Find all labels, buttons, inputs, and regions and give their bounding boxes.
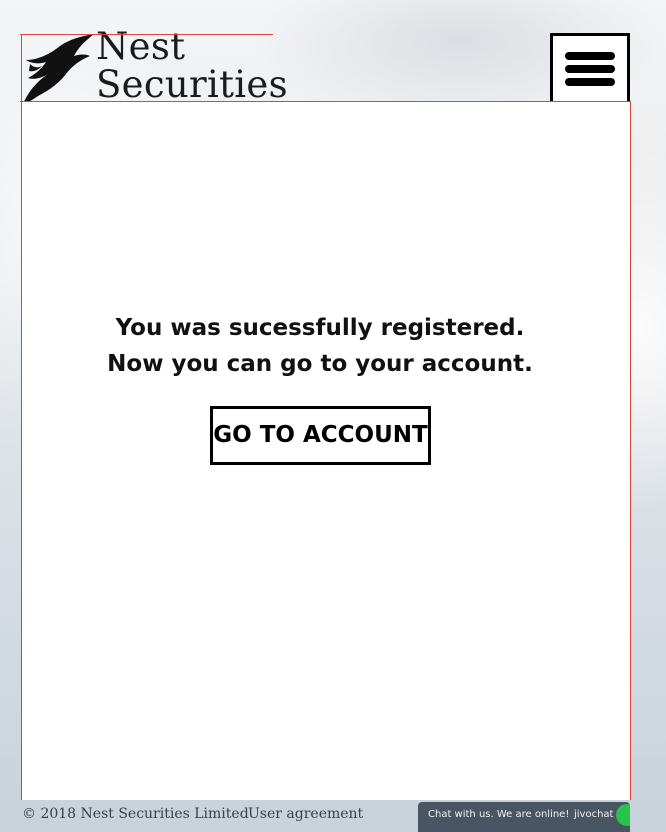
chat-online-icon — [616, 804, 630, 826]
registration-success-message: You was sucessfully registered. Now you … — [22, 310, 618, 382]
menu-button[interactable] — [550, 33, 630, 105]
hamburger-menu-icon — [565, 52, 615, 60]
message-line-2: Now you can go to your account. — [107, 351, 533, 377]
main-content-panel: You was sucessfully registered. Now you … — [22, 102, 630, 800]
go-to-account-button[interactable]: GO TO ACCOUNT — [210, 406, 431, 465]
chat-brand-label: jivochat — [574, 809, 614, 820]
hamburger-menu-icon-bar-3 — [565, 78, 615, 86]
user-agreement-link[interactable]: User agreement — [248, 806, 363, 822]
hamburger-menu-icon-bar-2 — [565, 65, 615, 73]
guide-line-right — [630, 101, 631, 800]
site-header: Nest Securities — [0, 0, 666, 106]
brand-name: Nest Securities — [96, 28, 288, 104]
site-logo[interactable]: Nest Securities — [20, 28, 300, 106]
chat-status-text: Chat with us. We are online! — [428, 809, 570, 820]
message-line-1: You was sucessfully registered. — [115, 315, 525, 341]
brand-line-2: Securities — [96, 63, 288, 106]
chat-widget[interactable]: Chat with us. We are online! jivochat — [418, 802, 630, 832]
logo-mark-icon — [22, 34, 94, 106]
guide-line-top-short — [20, 34, 273, 35]
copyright-text: © 2018 Nest Securities Limited — [22, 806, 249, 822]
